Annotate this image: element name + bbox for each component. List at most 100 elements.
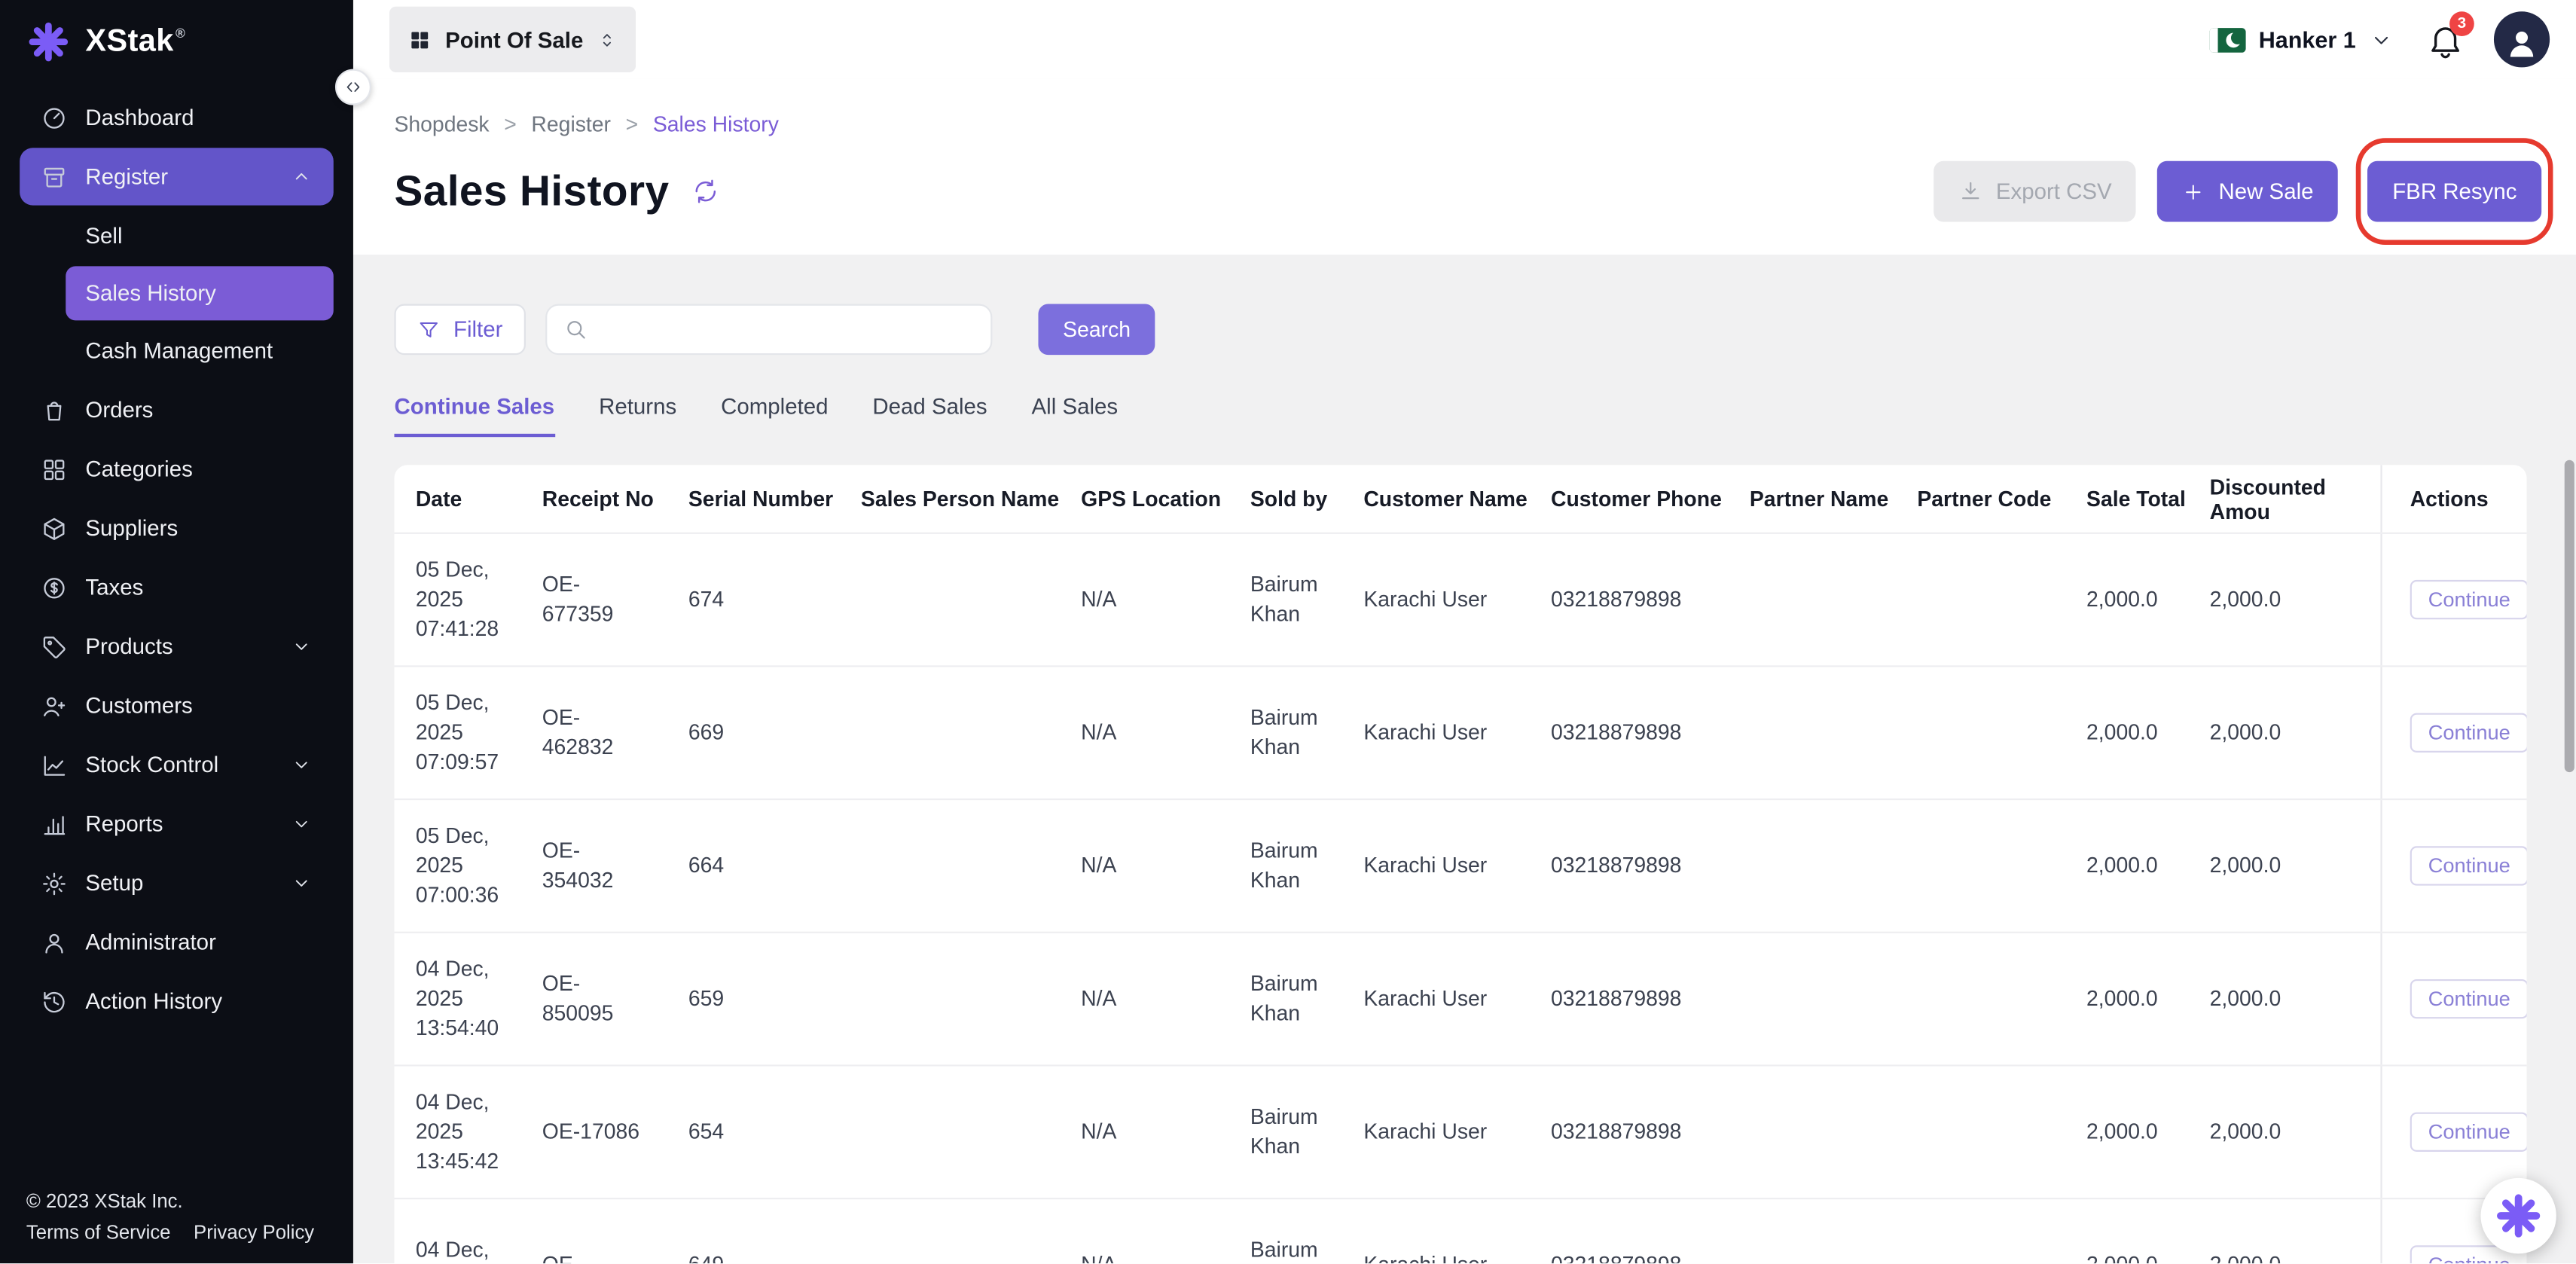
- cell-sold-by: Bairum Khan: [1250, 1199, 1363, 1264]
- fbr-resync-label: FBR Resync: [2392, 179, 2516, 204]
- copyright-text: © 2023 XStak Inc.: [26, 1190, 327, 1214]
- cell-serial: 674: [688, 534, 861, 665]
- logo[interactable]: XStak®: [0, 0, 353, 79]
- setup-icon: [41, 870, 68, 896]
- notifications-button[interactable]: 3: [2427, 20, 2465, 58]
- table-header: DateReceipt NoSerial NumberSales Person …: [394, 465, 2526, 532]
- breadcrumb-register[interactable]: Register: [531, 111, 611, 136]
- cell-gps: N/A: [1081, 1067, 1250, 1198]
- chevron-up-icon: [291, 166, 312, 187]
- cell-actions: Continue: [2380, 1067, 2526, 1198]
- cell-customer-name: Karachi User: [1363, 534, 1551, 665]
- cell-partner-code: [1917, 1199, 2086, 1264]
- sidebar-item-label: Reports: [85, 811, 163, 836]
- cell-partner-name: [1750, 667, 1917, 798]
- breadcrumb-shopdesk[interactable]: Shopdesk: [394, 111, 489, 136]
- avatar[interactable]: [2494, 11, 2550, 67]
- logo-text: XStak®: [85, 24, 185, 60]
- suppliers-icon: [41, 515, 68, 542]
- cell-receipt: OE- 462832: [542, 667, 688, 798]
- cell-serial: 659: [688, 933, 861, 1064]
- tab-returns[interactable]: Returns: [599, 394, 676, 437]
- pakistan-flag-icon: [2209, 27, 2245, 52]
- breadcrumb-separator: >: [504, 111, 517, 136]
- cell-partner-name: [1750, 933, 1917, 1064]
- refresh-icon[interactable]: [692, 178, 720, 206]
- tab-dead-sales[interactable]: Dead Sales: [872, 394, 987, 437]
- fbr-resync-wrap: FBR Resync: [2367, 161, 2541, 222]
- column-header-partner-code: Partner Code: [1917, 465, 2086, 532]
- cell-date: 04 Dec, 2025: [416, 1199, 542, 1264]
- sidebar-item-cash-management[interactable]: Cash Management: [66, 324, 334, 378]
- cell-gps: N/A: [1081, 667, 1250, 798]
- sidebar-item-action-history[interactable]: Action History: [20, 972, 334, 1030]
- stock-icon: [41, 752, 68, 778]
- cell-sale-total: 2,000.0: [2086, 933, 2210, 1064]
- cell-receipt: OE-: [542, 1199, 688, 1264]
- cell-partner-name: [1750, 800, 1917, 931]
- search-button[interactable]: Search: [1038, 304, 1155, 356]
- main-area: Point Of Sale Hanker 1 3 S: [353, 0, 2576, 1264]
- tab-all-sales[interactable]: All Sales: [1032, 394, 1119, 437]
- cell-sales-person: [861, 667, 1081, 798]
- sidebar-item-sales-history[interactable]: Sales History: [66, 266, 334, 320]
- cell-serial: 664: [688, 800, 861, 931]
- terms-of-service-link[interactable]: Terms of Service: [26, 1221, 171, 1244]
- export-csv-button[interactable]: Export CSV: [1934, 161, 2136, 222]
- sidebar-item-products[interactable]: Products: [20, 618, 334, 675]
- continue-button[interactable]: Continue: [2410, 580, 2527, 619]
- table-row: 05 Dec, 2025 07:09:57OE- 462832669N/ABai…: [394, 665, 2526, 798]
- cell-customer-phone: 03218879898: [1551, 534, 1750, 665]
- cell-serial: 669: [688, 667, 861, 798]
- sidebar-item-label: Orders: [85, 398, 153, 423]
- search-input[interactable]: [545, 304, 992, 356]
- sidebar-subitem-label: Sell: [85, 224, 122, 249]
- sidebar-item-register[interactable]: Register: [20, 148, 334, 205]
- app-switcher[interactable]: Point Of Sale: [389, 7, 636, 72]
- title-row: Sales History Export CSV New Sale FBR Re…: [394, 161, 2541, 222]
- continue-button[interactable]: Continue: [2410, 713, 2527, 753]
- tab-continue-sales[interactable]: Continue Sales: [394, 394, 554, 437]
- store-selector[interactable]: Hanker 1: [2209, 26, 2394, 53]
- cell-partner-code: [1917, 534, 2086, 665]
- continue-button[interactable]: Continue: [2410, 846, 2527, 885]
- sidebar-item-administrator[interactable]: Administrator: [20, 914, 334, 971]
- cell-sold-by: Bairum Khan: [1250, 933, 1363, 1064]
- sidebar-item-stock-control[interactable]: Stock Control: [20, 736, 334, 793]
- sidebar-item-dashboard[interactable]: Dashboard: [20, 89, 334, 146]
- filter-button[interactable]: Filter: [394, 304, 525, 356]
- sidebar-item-label: Administrator: [85, 930, 215, 955]
- collapse-icon: [343, 78, 363, 97]
- table-row: 04 Dec, 2025 13:54:40OE- 850095659N/ABai…: [394, 932, 2526, 1065]
- cell-serial: 654: [688, 1067, 861, 1198]
- privacy-policy-link[interactable]: Privacy Policy: [194, 1221, 314, 1244]
- sidebar-item-categories[interactable]: Categories: [20, 441, 334, 498]
- tab-completed[interactable]: Completed: [721, 394, 828, 437]
- sidebar-item-setup[interactable]: Setup: [20, 854, 334, 911]
- vertical-scrollbar[interactable]: [2565, 460, 2574, 772]
- sidebar-collapse-toggle[interactable]: [335, 69, 371, 105]
- fbr-resync-button[interactable]: FBR Resync: [2367, 161, 2541, 222]
- sidebar-item-suppliers[interactable]: Suppliers: [20, 499, 334, 557]
- cell-sold-by: Bairum Khan: [1250, 534, 1363, 665]
- continue-button[interactable]: Continue: [2410, 1113, 2527, 1152]
- continue-button[interactable]: Continue: [2410, 979, 2527, 1018]
- column-header-customer-name: Customer Name: [1363, 465, 1551, 532]
- sidebar: XStak® DashboardRegister Sell Sales Histor…: [0, 0, 353, 1264]
- new-sale-button[interactable]: New Sale: [2158, 161, 2338, 222]
- sidebar-item-reports[interactable]: Reports: [20, 795, 334, 853]
- sidebar-item-taxes[interactable]: Taxes: [20, 559, 334, 616]
- cell-receipt: OE- 850095: [542, 933, 688, 1064]
- chevron-down-icon: [2369, 27, 2394, 52]
- page-header: Shopdesk > Register > Sales History Sale…: [353, 79, 2576, 255]
- chat-widget-button[interactable]: [2480, 1179, 2556, 1254]
- sidebar-item-orders[interactable]: Orders: [20, 381, 334, 438]
- sidebar-item-sell[interactable]: Sell: [66, 209, 334, 263]
- table-row: 04 Dec, 2025 13:45:42OE-17086654N/ABairu…: [394, 1064, 2526, 1198]
- sidebar-item-customers[interactable]: Customers: [20, 677, 334, 734]
- sidebar-item-label: Categories: [85, 456, 192, 481]
- cell-sale-total: 2,000.0: [2086, 1067, 2210, 1198]
- cell-gps: N/A: [1081, 800, 1250, 931]
- cell-actions: Continue: [2380, 933, 2526, 1064]
- cell-sales-person: [861, 1067, 1081, 1198]
